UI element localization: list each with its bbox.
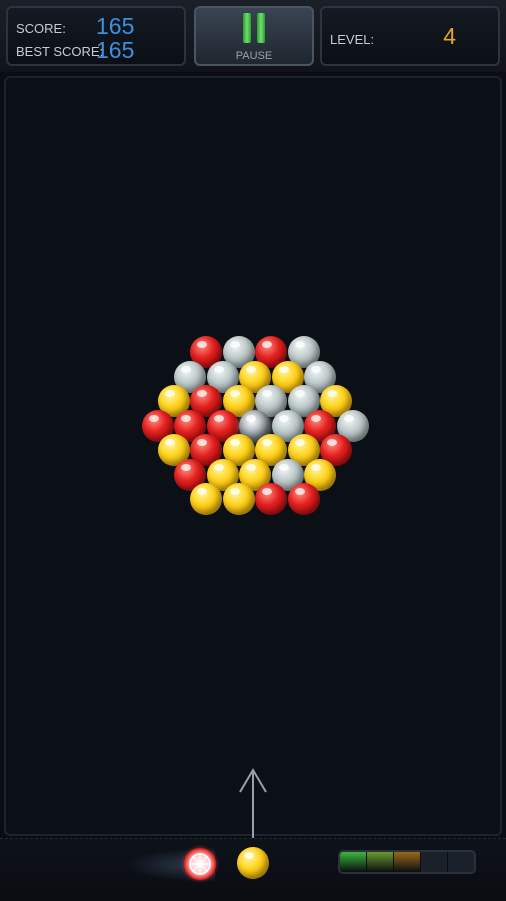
power-meter-segment	[448, 852, 474, 872]
top-bar: SCORE: 165 BEST SCORE: 165 PAUSE LEVEL: …	[0, 0, 506, 72]
pause-button[interactable]: PAUSE	[194, 6, 314, 66]
power-meter-segment	[340, 852, 367, 872]
play-field[interactable]	[4, 76, 502, 836]
best-score-label: BEST SCORE:	[16, 44, 104, 59]
bubble-red	[287, 483, 320, 515]
pause-icon	[243, 13, 267, 43]
bubble-yellow	[190, 483, 223, 515]
level-panel: LEVEL: 4	[320, 6, 500, 66]
level-label: LEVEL:	[330, 32, 375, 47]
level-value: 4	[443, 23, 456, 49]
power-meter-segment	[367, 852, 394, 872]
next-bubble-icon[interactable]	[184, 848, 216, 880]
power-meter-segment	[394, 852, 421, 872]
score-panel: SCORE: 165 BEST SCORE: 165	[6, 6, 186, 66]
aim-arrow-icon	[239, 768, 267, 846]
bubble-yellow	[222, 483, 255, 515]
score-label: SCORE:	[16, 21, 66, 36]
power-meter	[338, 850, 476, 874]
best-score-value: 165	[96, 37, 135, 63]
score-value: 165	[96, 13, 135, 39]
power-meter-segment	[421, 852, 448, 872]
pause-label: PAUSE	[235, 50, 273, 62]
bubble-red	[255, 483, 288, 515]
current-bubble[interactable]	[237, 847, 269, 879]
